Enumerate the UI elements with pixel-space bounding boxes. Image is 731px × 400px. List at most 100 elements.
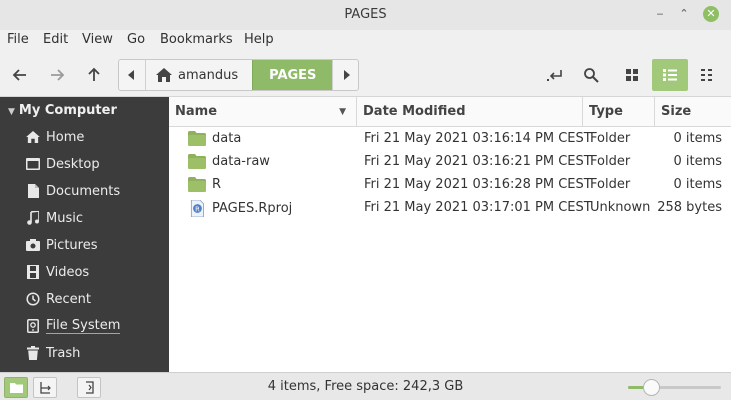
sidebar-item-label: Trash [46,345,81,361]
file-type: Folder [590,154,631,169]
up-button[interactable] [78,59,110,91]
column-header-label: Name [175,104,218,119]
table-row[interactable]: data Fri 21 May 2021 03:16:14 PM CEST Fo… [169,127,731,150]
sidebar: ▼ My Computer Home Desktop Documents Musi… [0,97,169,372]
menu-bar: File Edit View Go Bookmarks Help [0,30,731,52]
toolbar: amandus PAGES [0,52,731,97]
sidebar-item-label: Music [46,210,83,226]
maximize-button[interactable]: ⌃ [676,6,692,22]
menu-help[interactable]: Help [244,32,274,47]
file-name: R [212,177,222,192]
chevron-right-icon [343,70,350,80]
menu-go[interactable]: Go [127,32,145,47]
sidebar-item-label: Videos [46,264,90,280]
forward-arrow-icon [51,69,65,81]
column-header-type[interactable]: Type [583,97,655,127]
status-bar: 4 items, Free space: 242,3 GB [0,372,731,400]
list-view-icon [663,69,677,81]
column-header-label: Size [661,104,692,119]
trash-icon [24,345,42,361]
documents-icon [24,183,42,199]
toggle-location-entry-button[interactable] [539,59,571,91]
window-title: PAGES [344,7,387,22]
svg-text:R: R [195,205,200,213]
recent-icon [24,291,42,307]
path-bar: amandus PAGES [118,59,360,91]
file-list: Name ▼ Date Modified Type Size data Fri … [169,97,731,372]
path-home-label: amandus [178,67,239,83]
filesystem-icon [24,318,42,334]
search-button[interactable] [575,59,607,91]
path-scroll-right-button[interactable] [332,60,358,90]
sidebar-item-desktop[interactable]: Desktop [24,152,164,176]
sidebar-item-videos[interactable]: Videos [24,260,164,284]
menu-bookmarks[interactable]: Bookmarks [160,32,233,47]
file-date: Fri 21 May 2021 03:16:21 PM CEST [364,154,592,169]
sidebar-item-label: Desktop [46,156,100,172]
sidebar-item-home[interactable]: Home [24,125,164,149]
file-size: 0 items [673,177,722,192]
table-row[interactable]: R PAGES.Rproj Fri 21 May 2021 03:17:01 P… [169,196,731,219]
grid-view-icon [626,69,638,81]
sidebar-item-recent[interactable]: Recent [24,287,164,311]
file-name-cell: R PAGES.Rproj [188,200,292,217]
chevron-left-icon [128,70,134,80]
sidebar-item-music[interactable]: Music [24,206,164,230]
sidebar-item-label: Pictures [46,237,98,253]
sidebar-item-trash[interactable]: Trash [24,341,164,365]
column-header-label: Date Modified [363,104,466,119]
list-view-button[interactable] [652,59,688,91]
sidebar-item-documents[interactable]: Documents [24,179,164,203]
status-text: 4 items, Free space: 242,3 GB [267,379,464,394]
path-home-button[interactable]: amandus [145,60,252,90]
icon-view-button[interactable] [616,59,648,91]
sort-descending-icon: ▼ [339,106,346,117]
home-icon [24,129,42,145]
folder-icon [188,131,206,146]
sidebar-item-label: Home [46,129,85,145]
menu-view[interactable]: View [82,32,113,47]
location-entry-icon [547,70,562,81]
back-button[interactable] [4,59,36,91]
up-arrow-icon [88,67,100,81]
menu-file[interactable]: File [7,32,29,47]
back-arrow-icon [12,69,26,81]
path-scroll-left-button[interactable] [119,60,145,90]
column-header-size[interactable]: Size [655,97,731,127]
search-icon [584,68,599,83]
minimize-button[interactable]: ‒ [652,6,668,22]
close-button[interactable]: ✕ [703,6,719,22]
file-type: Unknown [590,200,651,215]
column-header-name[interactable]: Name ▼ [169,97,357,127]
sidebar-item-label: Recent [46,291,91,307]
table-row[interactable]: data-raw Fri 21 May 2021 03:16:21 PM CES… [169,150,731,173]
desktop-icon [24,156,42,172]
sidebar-section-header[interactable]: ▼ My Computer [8,103,117,118]
file-name: PAGES.Rproj [212,201,293,216]
column-header-date[interactable]: Date Modified [357,97,583,127]
folder-icon [188,177,206,192]
path-current-button[interactable]: PAGES [252,60,333,90]
file-date: Fri 21 May 2021 03:16:28 PM CEST [364,177,592,192]
file-date: Fri 21 May 2021 03:16:14 PM CEST [364,131,592,146]
sidebar-item-filesystem[interactable]: File System [24,314,164,338]
column-header-label: Type [589,104,623,119]
zoom-slider-handle[interactable] [643,379,660,396]
menu-edit[interactable]: Edit [43,32,68,47]
sidebar-item-pictures[interactable]: Pictures [24,233,164,257]
rproj-file-icon: R [190,200,204,217]
sidebar-item-label: Documents [46,183,121,199]
file-date: Fri 21 May 2021 03:17:01 PM CEST [364,200,592,215]
file-name-cell: data [188,131,241,146]
music-icon [24,210,42,226]
file-size: 0 items [673,154,722,169]
file-type: Folder [590,177,631,192]
compact-view-button[interactable] [691,59,723,91]
forward-button[interactable] [41,59,73,91]
file-name: data-raw [212,154,270,169]
file-type: Folder [590,131,631,146]
folder-icon [188,154,206,169]
file-name-cell: R [188,177,221,192]
table-row[interactable]: R Fri 21 May 2021 03:16:28 PM CEST Folde… [169,173,731,196]
zoom-slider[interactable] [628,379,721,396]
